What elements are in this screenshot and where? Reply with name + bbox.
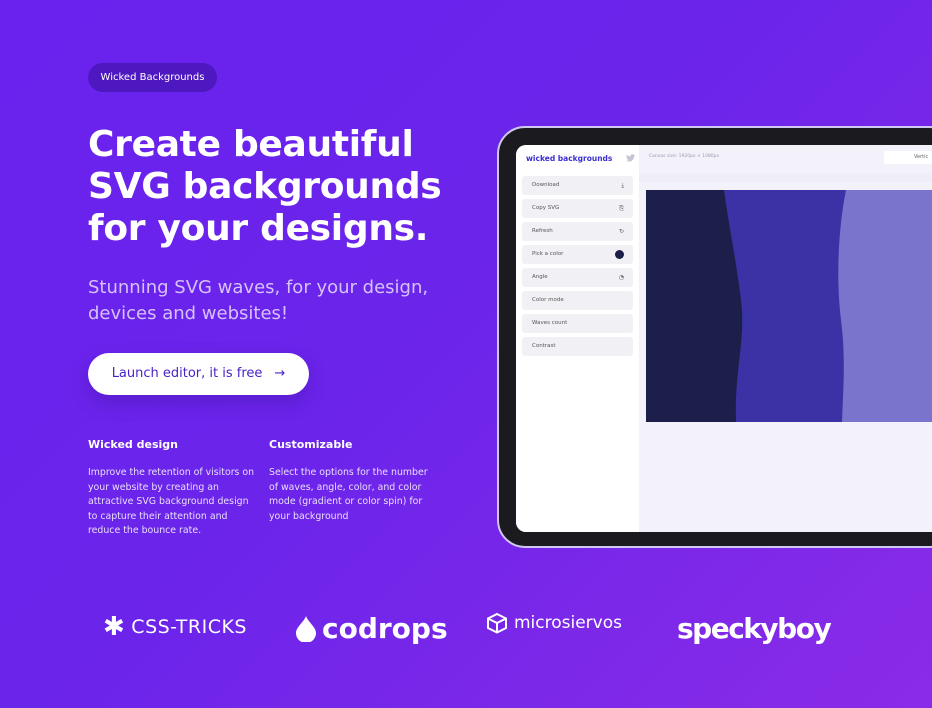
menu-label: Refresh bbox=[532, 228, 553, 234]
wave-preview bbox=[646, 190, 932, 422]
canvas-ruler bbox=[639, 173, 932, 182]
codrops-text: codrops bbox=[322, 612, 448, 645]
codrops-logo[interactable]: codrops bbox=[296, 612, 448, 645]
angle-button[interactable]: Angle ◔ bbox=[522, 268, 633, 287]
microsiervos-text: microsiervos bbox=[514, 613, 622, 633]
speckyboy-text: speckyboy bbox=[677, 612, 832, 645]
editor-screen: wicked backgrounds Download ⤓ Copy SVG ⎘… bbox=[516, 145, 932, 532]
menu-label: Contrast bbox=[532, 343, 556, 349]
drop-icon bbox=[296, 615, 316, 642]
orientation-toggle[interactable]: Vertic bbox=[884, 151, 932, 164]
cube-icon bbox=[487, 612, 507, 634]
download-icon: ⤓ bbox=[621, 182, 624, 189]
refresh-icon: ↻ bbox=[618, 228, 624, 235]
refresh-button[interactable]: Refresh ↻ bbox=[522, 222, 633, 241]
launch-editor-label: Launch editor, it is free bbox=[111, 366, 263, 381]
css-tricks-logo[interactable]: ✱ CSS-TRICKS bbox=[103, 612, 247, 642]
menu-label: Angle bbox=[532, 274, 548, 280]
twitter-icon[interactable] bbox=[626, 154, 635, 164]
canvas-size-label: Canvas size: 1920px × 1080px bbox=[649, 154, 720, 159]
feature-customizable: Customizable Select the options for the … bbox=[269, 438, 439, 524]
css-tricks-text: CSS-TRICKS bbox=[131, 616, 247, 638]
feature-wicked-design: Wicked design Improve the retention of v… bbox=[88, 438, 258, 539]
brand-badge: Wicked Backgrounds bbox=[88, 63, 217, 92]
download-button[interactable]: Download ⤓ bbox=[522, 176, 633, 195]
feature-text: Improve the retention of visitors on you… bbox=[88, 467, 255, 536]
feature-title: Wicked design bbox=[88, 438, 178, 451]
tablet-mockup: wicked backgrounds Download ⤓ Copy SVG ⎘… bbox=[497, 126, 932, 548]
menu-label: Color mode bbox=[532, 297, 564, 303]
feature-text: Select the options for the number of wav… bbox=[269, 467, 428, 522]
color-mode-button[interactable]: Color mode bbox=[522, 291, 633, 310]
waves-count-button[interactable]: Waves count bbox=[522, 314, 633, 333]
launch-editor-button[interactable]: Launch editor, it is free → bbox=[88, 353, 309, 395]
feature-title: Customizable bbox=[269, 438, 353, 451]
hero-subtitle: Stunning SVG waves, for your design, dev… bbox=[88, 277, 429, 324]
asterisk-icon: ✱ bbox=[103, 612, 126, 642]
menu-label: Pick a color bbox=[532, 251, 564, 257]
contrast-button[interactable]: Contrast bbox=[522, 337, 633, 356]
wave-layer-1 bbox=[646, 190, 743, 422]
copy-svg-button[interactable]: Copy SVG ⎘ bbox=[522, 199, 633, 218]
microsiervos-logo[interactable]: microsiervos bbox=[486, 612, 622, 634]
color-swatch-icon bbox=[615, 250, 624, 259]
menu-label: Download bbox=[532, 182, 560, 188]
menu-label: Waves count bbox=[532, 320, 568, 326]
pick-color-button[interactable]: Pick a color bbox=[522, 245, 633, 264]
angle-icon: ◔ bbox=[618, 274, 624, 281]
hero-title: Create beautiful SVG backgrounds for you… bbox=[88, 124, 442, 249]
editor-sidebar: wicked backgrounds Download ⤓ Copy SVG ⎘… bbox=[516, 145, 639, 532]
copy-icon: ⎘ bbox=[619, 205, 624, 212]
menu-label: Copy SVG bbox=[532, 205, 560, 211]
editor-brand: wicked backgrounds bbox=[526, 154, 613, 163]
orientation-label: Vertic bbox=[914, 154, 929, 160]
arrow-right-icon: → bbox=[274, 366, 286, 381]
speckyboy-logo[interactable]: speckyboy bbox=[677, 612, 832, 645]
